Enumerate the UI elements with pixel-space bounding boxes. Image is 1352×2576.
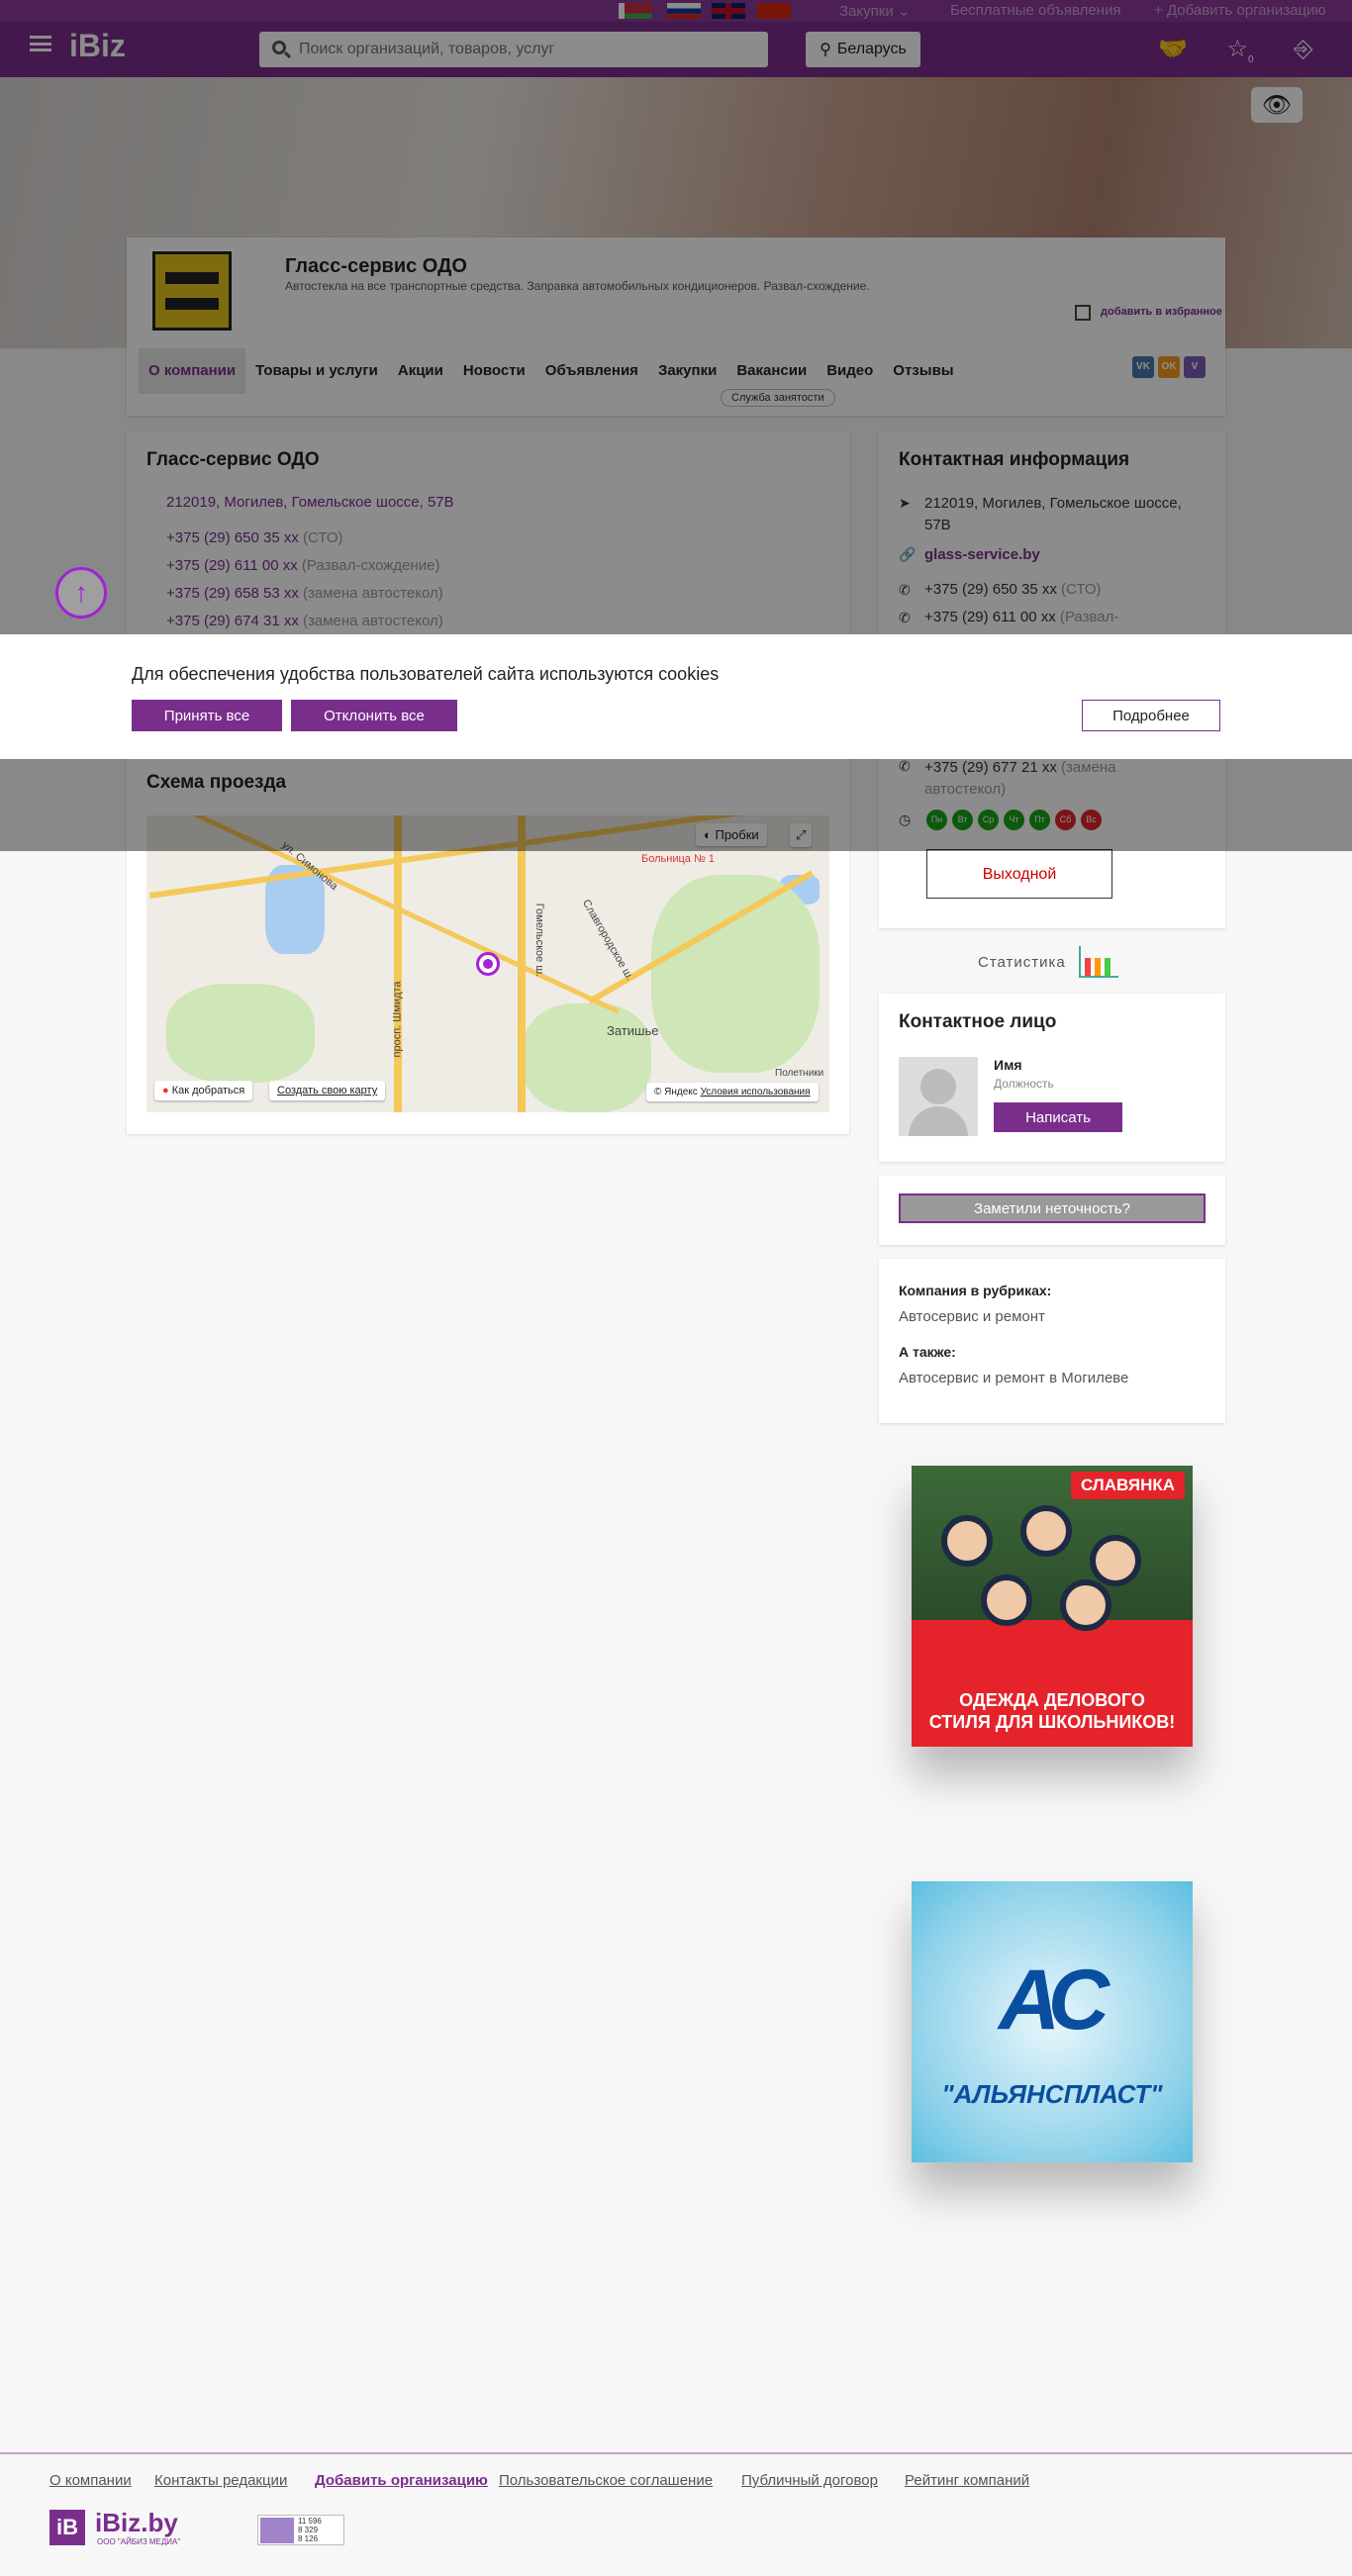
- cookie-details-button[interactable]: Подробнее: [1082, 700, 1220, 731]
- route-button[interactable]: ● Как добраться: [154, 1081, 253, 1100]
- route-label: Как добраться: [171, 1085, 245, 1097]
- avatar: [899, 1057, 978, 1136]
- statistics-link[interactable]: Статистика: [978, 954, 1066, 971]
- rubrics-panel: Компания в рубриках: Автосервис и ремонт…: [879, 1259, 1225, 1423]
- map-location-pin-icon[interactable]: [476, 952, 500, 976]
- ad-logo: АС: [999, 1953, 1110, 2048]
- write-button[interactable]: Написать: [994, 1102, 1122, 1132]
- footer-divider: [0, 2452, 1352, 2454]
- map-terms-link[interactable]: Условия использования: [701, 1087, 811, 1097]
- company-name: Гласс-сервис ОДО: [285, 255, 467, 277]
- footer-link-contacts[interactable]: Контакты редакции: [154, 2472, 287, 2489]
- rubric-link[interactable]: Автосервис и ремонт: [899, 1308, 1045, 1325]
- also-title: А также:: [899, 1344, 956, 1360]
- decline-cookies-button[interactable]: Отклонить все: [291, 700, 457, 731]
- footer: О компании Контакты редакции Добавить ор…: [0, 2373, 1352, 2576]
- ad-image: [1020, 1505, 1072, 1557]
- map-copyright: © Яндекс Условия использования: [646, 1083, 819, 1101]
- ad-image: [981, 1574, 1032, 1626]
- footer-logo-subtitle: ООО "АЙБИЗ МЕДИА": [97, 2537, 181, 2546]
- favorite-label[interactable]: добавить в избранное: [1101, 306, 1222, 318]
- map-field: [166, 984, 315, 1083]
- counter-line: 11 596: [298, 2517, 322, 2526]
- tab-news[interactable]: Новости: [453, 348, 535, 394]
- map-label: Гомельское ш.: [533, 903, 546, 978]
- ad-brand: "АЛЬЯНСПЛАСТ": [941, 2079, 1163, 2109]
- vk-icon[interactable]: VK: [1132, 356, 1154, 378]
- contact-person-panel: Контактное лицо Имя Должность Написать: [879, 994, 1225, 1162]
- scroll-top-arrow-icon[interactable]: ↑: [55, 567, 107, 619]
- favorite-checkbox[interactable]: [1075, 305, 1091, 321]
- map-field: [523, 1003, 651, 1112]
- tab-ads[interactable]: Объявления: [535, 348, 648, 394]
- footer-logo-mark[interactable]: iB: [49, 2510, 85, 2545]
- map-park: [651, 875, 820, 1073]
- tab-products[interactable]: Товары и услуги: [245, 348, 388, 394]
- status-box: Выходной: [926, 849, 1112, 899]
- contact-person-name: Имя: [994, 1057, 1022, 1073]
- map-label: Славгородское ш.: [579, 898, 636, 983]
- visit-counter[interactable]: 11 596 8 329 8 126: [257, 2515, 344, 2545]
- contact-person-title: Контактное лицо: [899, 1011, 1057, 1032]
- route-pin-icon: ●: [162, 1085, 169, 1097]
- ad-image: [1090, 1535, 1141, 1586]
- employment-service-badge[interactable]: Служба занятости: [721, 389, 835, 407]
- ad-text-line: ОДЕЖДА ДЕЛОВОГО: [959, 1690, 1145, 1710]
- footer-link-company-rating[interactable]: Рейтинг компаний: [905, 2472, 1029, 2489]
- ad-text-line: СТИЛЯ ДЛЯ ШКОЛЬНИКОВ!: [928, 1712, 1176, 1732]
- company-slogan: Автостекла на все транспортные средства.…: [285, 279, 870, 293]
- report-panel: Заметили неточность?: [879, 1176, 1225, 1245]
- ad-banner-aliansplast[interactable]: АС "АЛЬЯНСПЛАСТ": [912, 1881, 1193, 2162]
- avatar-body-icon: [909, 1106, 968, 1136]
- footer-logo-text[interactable]: iBiz.by: [95, 2508, 178, 2538]
- rubrics-title: Компания в рубриках:: [899, 1283, 1052, 1298]
- map-label: Затишье: [607, 1023, 659, 1038]
- company-tabs: О компании Товары и услуги Акции Новости…: [139, 348, 964, 394]
- footer-link-add-organization[interactable]: Добавить организацию: [315, 2472, 488, 2489]
- yandex-map[interactable]: Затишье Гомельское ш. Больница № 1 Полет…: [146, 815, 829, 1112]
- tab-video[interactable]: Видео: [817, 348, 883, 394]
- counter-line: 8 329: [298, 2526, 319, 2534]
- tab-promotions[interactable]: Акции: [388, 348, 453, 394]
- tab-vacancies[interactable]: Вакансии: [726, 348, 817, 394]
- ad-brand: СЛАВЯНКА: [1070, 1472, 1185, 1499]
- also-rubric-link[interactable]: Автосервис и ремонт в Могилеве: [899, 1370, 1128, 1386]
- company-card: Гласс-сервис ОДО Автостекла на все транс…: [127, 238, 1225, 416]
- accept-cookies-button[interactable]: Принять все: [132, 700, 282, 731]
- tab-about[interactable]: О компании: [139, 348, 246, 394]
- map-label: Больница № 1: [641, 853, 715, 865]
- footer-link-user-agreement[interactable]: Пользовательское соглашение: [499, 2472, 713, 2489]
- avatar-head-icon: [920, 1069, 956, 1104]
- map-label: просп. Шмидта: [391, 981, 404, 1058]
- viber-icon[interactable]: V: [1184, 356, 1206, 378]
- footer-link-public-contract[interactable]: Публичный договор: [741, 2472, 878, 2489]
- create-map-link[interactable]: Создать свою карту: [269, 1081, 386, 1100]
- tab-reviews[interactable]: Отзывы: [883, 348, 963, 394]
- copyright-label: © Яндекс: [654, 1087, 698, 1097]
- ad-text: ОДЕЖДА ДЕЛОВОГО СТИЛЯ ДЛЯ ШКОЛЬНИКОВ!: [912, 1689, 1193, 1733]
- statistics-chart-icon[interactable]: [1079, 946, 1118, 978]
- cookie-text: Для обеспечения удобства пользователей с…: [132, 664, 720, 684]
- ad-banner-slavyanka[interactable]: СЛАВЯНКА ОДЕЖДА ДЕЛОВОГО СТИЛЯ ДЛЯ ШКОЛЬ…: [912, 1466, 1193, 1747]
- cookie-banner: Для обеспечения удобства пользователей с…: [0, 634, 1352, 759]
- odnoklassniki-icon[interactable]: OK: [1158, 356, 1180, 378]
- report-inaccuracy-button[interactable]: Заметили неточность?: [899, 1193, 1206, 1223]
- footer-link-about[interactable]: О компании: [49, 2472, 132, 2489]
- counter-line: 8 126: [298, 2534, 319, 2543]
- map-label: Полетники: [775, 1068, 824, 1079]
- contact-person-position: Должность: [994, 1077, 1054, 1091]
- ad-image: [941, 1515, 993, 1567]
- company-logo: [152, 251, 232, 331]
- ad-image: [1060, 1579, 1111, 1631]
- tab-purchases[interactable]: Закупки: [648, 348, 726, 394]
